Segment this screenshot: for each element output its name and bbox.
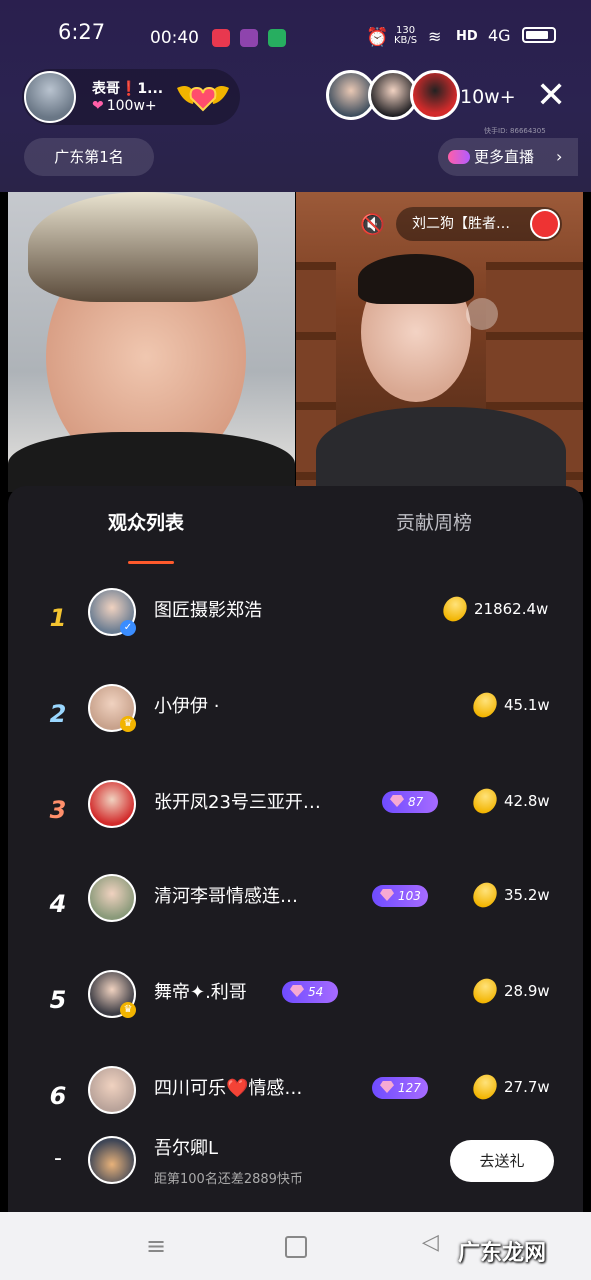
screen-record-duration: 00:40: [150, 28, 199, 48]
viewer-avatar[interactable]: [410, 70, 460, 120]
app-notification-icon: [268, 29, 286, 47]
room-id: 快手ID: 86664305: [484, 127, 546, 135]
host-likes: ❤ 100w+: [92, 98, 157, 114]
viewer-score: 28.9w: [504, 982, 550, 1000]
viewer-name: 张开凤23号三亚开…: [154, 792, 321, 813]
gem-icon: [380, 889, 394, 901]
battery-icon: [522, 27, 556, 43]
close-icon[interactable]: ✕: [536, 78, 566, 114]
viewer-list-sheet: 观众列表 贡献周榜 1 ✓ 图匠摄影郑浩 21862.4w 2 ♛ 小伊伊 · 45.1w 3 张…: [8, 486, 583, 1214]
viewer-score: 42.8w: [504, 792, 550, 810]
verified-icon: ✓: [120, 620, 136, 636]
app-notification-icon: [212, 29, 230, 47]
more-live-button[interactable]: 更多直播 ›: [438, 138, 578, 176]
viewer-score: 45.1w: [504, 696, 550, 714]
self-avatar[interactable]: [88, 1136, 136, 1184]
mute-icon[interactable]: 🔇: [360, 212, 385, 236]
live-header-area: 6:27 00:40 ⏰ 130 KB/S ≋ HD 4G 表哥❗1... ❤ 10…: [0, 0, 591, 192]
hd-indicator: HD: [456, 29, 478, 44]
network-speed: 130 KB/S: [394, 25, 418, 46]
self-name: 吾尔卿L: [154, 1138, 219, 1159]
viewer-row[interactable]: 5 ♛ 舞帝✦.利哥 54 28.9w: [8, 964, 583, 1044]
bean-icon: [468, 974, 502, 1008]
level-value: 54: [308, 985, 324, 999]
viewer-row[interactable]: 2 ♛ 小伊伊 · 45.1w: [8, 678, 583, 758]
app-notification-icon: [240, 29, 258, 47]
guest-name: 刘二狗【胜者…: [412, 216, 510, 232]
tab-weekly-contribution[interactable]: 贡献周榜: [396, 508, 472, 538]
menu-icon[interactable]: ≡: [146, 1232, 166, 1260]
guest-body: [316, 407, 566, 492]
viewer-row[interactable]: 3 张开凤23号三亚开… 87 42.8w: [8, 774, 583, 854]
viewer-name: 清河李哥情感连…: [154, 886, 298, 907]
viewer-score: 21862.4w: [474, 600, 549, 618]
host-hair: [28, 192, 258, 302]
host-avatar[interactable]: [24, 71, 76, 123]
send-gift-button[interactable]: 去送礼: [450, 1140, 554, 1182]
bean-icon: [438, 592, 472, 626]
home-icon[interactable]: [285, 1236, 307, 1258]
signal-4g: 4G: [488, 26, 511, 45]
tab-audience-list[interactable]: 观众列表: [108, 508, 184, 538]
viewer-score: 27.7w: [504, 1078, 550, 1096]
heart-icon: ❤: [92, 98, 104, 114]
host-name: 表哥❗1...: [92, 81, 164, 97]
chevron-right-icon: ›: [556, 147, 563, 166]
back-icon[interactable]: ◁: [422, 1230, 439, 1255]
level-badge: 87: [382, 791, 438, 813]
self-rank-gap: 距第100名还差2889快币: [154, 1172, 303, 1187]
live-icon: [448, 150, 470, 164]
bean-icon: [468, 784, 502, 818]
gem-icon: [290, 985, 304, 997]
viewer-rank: 3: [49, 796, 67, 824]
viewer-rank: 6: [49, 1082, 67, 1110]
viewer-name: 四川可乐❤️情感…: [154, 1078, 303, 1099]
wifi-icon: ≋: [428, 27, 442, 46]
floating-bubble[interactable]: [466, 298, 498, 330]
tab-indicator: [128, 561, 174, 564]
guest-hair: [358, 254, 474, 304]
viewer-avatar[interactable]: [88, 874, 136, 922]
viewer-name: 舞帝✦.利哥: [154, 982, 247, 1003]
gem-icon: [390, 795, 404, 807]
level-value: 103: [398, 889, 421, 903]
viewer-name: 小伊伊 ·: [154, 696, 220, 717]
self-rank: -: [54, 1146, 62, 1171]
guest-info[interactable]: 刘二狗【胜者…: [396, 207, 562, 241]
viewer-rank: 5: [49, 986, 67, 1014]
bean-icon: [468, 878, 502, 912]
level-value: 87: [408, 795, 424, 809]
host-video[interactable]: [8, 192, 295, 492]
level-badge: 127: [372, 1077, 428, 1099]
viewer-row[interactable]: 4 清河李哥情感连… 103 35.2w: [8, 868, 583, 948]
clock: 6:27: [58, 20, 106, 44]
alarm-icon: ⏰: [366, 27, 389, 48]
viewer-score: 35.2w: [504, 886, 550, 904]
viewer-rank: 4: [49, 890, 67, 918]
level-value: 127: [398, 1081, 421, 1095]
region-rank-badge[interactable]: 广东第1名: [24, 138, 154, 176]
viewer-count[interactable]: 10w+: [460, 86, 516, 108]
viewer-rank: 2: [49, 700, 67, 728]
viewer-row[interactable]: 6 四川可乐❤️情感… 127 27.7w: [8, 1060, 583, 1140]
viewer-avatar[interactable]: [88, 1066, 136, 1114]
watermark: 广东龙网: [458, 1241, 547, 1266]
bean-icon: [468, 1070, 502, 1104]
level-badge: 54: [282, 981, 338, 1003]
viewer-name: 图匠摄影郑浩: [154, 600, 262, 621]
crown-icon: ♛: [120, 1002, 136, 1018]
viewer-row[interactable]: 1 ✓ 图匠摄影郑浩 21862.4w: [8, 582, 583, 662]
gem-icon: [380, 1081, 394, 1093]
guest-avatar[interactable]: [530, 209, 560, 239]
bean-icon: [468, 688, 502, 722]
crown-icon: ♛: [120, 716, 136, 732]
fan-club-heart-badge-icon[interactable]: [175, 80, 231, 114]
host-shirt: [8, 432, 295, 492]
status-bar: 6:27 00:40 ⏰ 130 KB/S ≋ HD 4G: [0, 0, 591, 62]
viewer-rank: 1: [49, 604, 67, 632]
level-badge: 103: [372, 885, 428, 907]
viewer-avatar[interactable]: [88, 780, 136, 828]
